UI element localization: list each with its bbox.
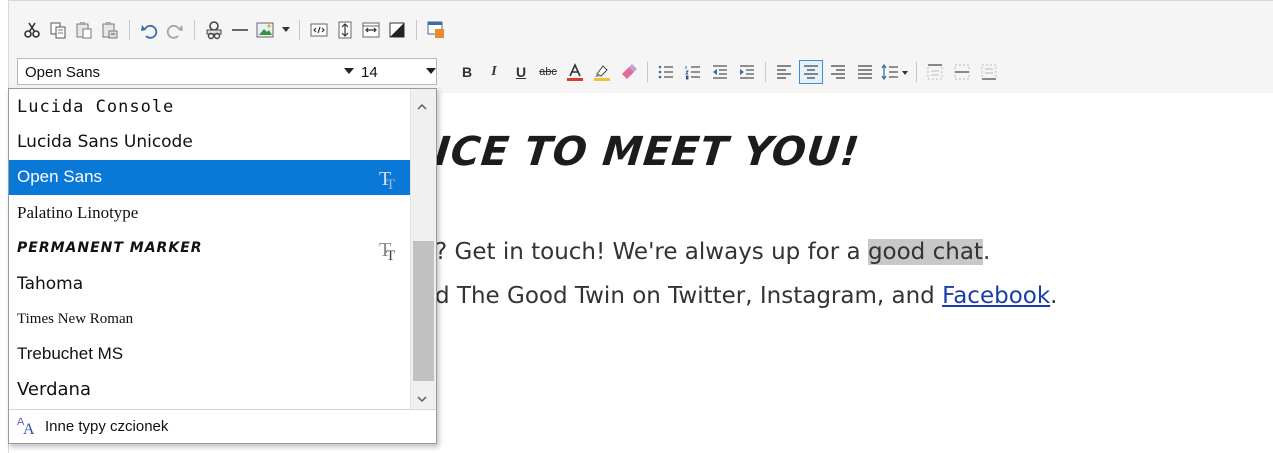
font-option-permanent-marker[interactable]: Permanent Marker TT (9, 231, 410, 266)
copy-icon[interactable] (47, 19, 69, 41)
font-family-value: Open Sans (25, 64, 101, 81)
font-option-label: Permanent Marker (17, 240, 203, 257)
font-option-label: Verdana (17, 379, 91, 401)
eraser-icon[interactable] (617, 60, 641, 84)
highlight-color-icon[interactable] (590, 60, 614, 84)
svg-text:T: T (386, 177, 395, 191)
svg-text:A: A (23, 421, 35, 435)
align-right-icon[interactable] (826, 60, 850, 84)
font-option-trebuchet-ms[interactable]: Trebuchet MS (9, 337, 410, 372)
font-option-open-sans[interactable]: Open Sans TT (9, 159, 410, 197)
font-color-icon[interactable] (563, 60, 587, 84)
indent-icon[interactable] (735, 60, 759, 84)
redo-icon[interactable] (164, 19, 186, 41)
font-option-label: Times New Roman (17, 310, 134, 327)
paragraph-line-2: d The Good Twin on Twitter, Instagram, a… (435, 283, 1057, 309)
toolbar-separator (765, 62, 766, 82)
font-option-lucida-sans-unicode[interactable]: Lucida Sans Unicode (9, 124, 410, 159)
horizontal-rule-icon[interactable] (229, 19, 251, 41)
chevron-down-icon[interactable] (281, 19, 291, 41)
numbered-list-icon[interactable] (681, 60, 705, 84)
bullet-list-icon[interactable] (654, 60, 678, 84)
font-family-chevron-down-icon[interactable] (344, 68, 354, 74)
dropdown-scrollbar[interactable] (410, 89, 436, 409)
toolbar-separator (647, 62, 648, 82)
toolbar-row-1 (21, 17, 447, 43)
undo-icon[interactable] (138, 19, 160, 41)
toolbar-separator (194, 20, 195, 40)
font-option-tahoma[interactable]: Tahoma (9, 266, 410, 301)
font-option-verdana[interactable]: Verdana (9, 372, 410, 407)
paragraph-text: d The Good Twin on Twitter, Instagram, a… (435, 283, 943, 309)
border-top-icon[interactable] (923, 60, 947, 84)
align-justify-icon[interactable] (853, 60, 877, 84)
font-option-label: Lucida Sans Unicode (17, 132, 193, 153)
svg-text:T: T (386, 248, 395, 262)
strikethrough-button[interactable]: abc (536, 60, 560, 84)
editor-toolbar: Open Sans 14 B I U abc (8, 0, 1273, 93)
font-type-icon: AA (17, 415, 39, 439)
align-left-icon[interactable] (772, 60, 796, 84)
font-option-label: Tahoma (17, 273, 84, 294)
font-size-chevron-down-icon[interactable] (426, 68, 436, 74)
font-option-label: Trebuchet MS (17, 344, 124, 364)
toolbar-row-2: Open Sans 14 B I U abc (9, 58, 1273, 86)
bold-button[interactable]: B (455, 60, 479, 84)
cut-icon[interactable] (21, 19, 43, 41)
border-bottom-icon[interactable] (977, 60, 1001, 84)
font-list: Lucida Console Lucida Sans Unicode Open … (9, 89, 410, 409)
font-family-dropdown: Lucida Console Lucida Sans Unicode Open … (8, 88, 437, 444)
border-middle-icon[interactable] (950, 60, 974, 84)
truetype-font-icon: TT (378, 238, 402, 268)
font-option-label: Open Sans (17, 167, 103, 187)
highlighted-text: good chat (867, 239, 983, 265)
scrollbar-thumb[interactable] (413, 241, 434, 381)
toolbar-separator (129, 20, 130, 40)
template-icon[interactable] (425, 19, 447, 41)
toolbar-separator (416, 20, 417, 40)
more-fonts-label: Inne typy czcionek (45, 418, 169, 435)
toolbar-separator (916, 62, 917, 82)
page-heading: ICE TO MEET YOU! (432, 129, 863, 175)
facebook-link[interactable]: Facebook (942, 283, 1050, 309)
font-size-value[interactable]: 14 (361, 64, 378, 81)
paste-icon[interactable] (73, 19, 95, 41)
paragraph-text: . (1050, 283, 1058, 309)
paste-special-icon[interactable] (99, 19, 121, 41)
format-toolbar: B I U abc (455, 59, 1001, 85)
scroll-up-icon[interactable] (417, 97, 427, 110)
font-family-select[interactable]: Open Sans 14 (17, 58, 437, 85)
image-icon[interactable] (255, 19, 277, 41)
align-center-icon[interactable] (799, 60, 823, 84)
source-code-icon[interactable] (308, 19, 330, 41)
paragraph-text: ? Get in touch! We're always up for a (435, 239, 868, 265)
font-option-palatino-linotype[interactable]: Palatino Linotype (9, 195, 410, 230)
contrast-icon[interactable] (386, 19, 408, 41)
paragraph-text: . (982, 239, 991, 265)
more-fonts-option[interactable]: AA Inne typy czcionek (9, 409, 436, 443)
toolbar-separator (299, 20, 300, 40)
scroll-down-icon[interactable] (417, 389, 427, 402)
italic-button[interactable]: I (482, 60, 506, 84)
font-option-times-new-roman[interactable]: Times New Roman (9, 301, 410, 336)
paragraph-line-1: ? Get in touch! We're always up for a go… (435, 239, 990, 265)
link-icon[interactable] (203, 19, 225, 41)
insert-break-icon[interactable] (334, 19, 356, 41)
outdent-icon[interactable] (708, 60, 732, 84)
truetype-font-icon: TT (378, 167, 402, 197)
underline-button[interactable]: U (509, 60, 533, 84)
font-option-lucida-console[interactable]: Lucida Console (9, 89, 410, 124)
font-option-label: Palatino Linotype (17, 202, 139, 222)
font-option-label: Lucida Console (17, 96, 175, 117)
fit-width-icon[interactable] (360, 19, 382, 41)
line-spacing-icon[interactable] (880, 60, 910, 84)
